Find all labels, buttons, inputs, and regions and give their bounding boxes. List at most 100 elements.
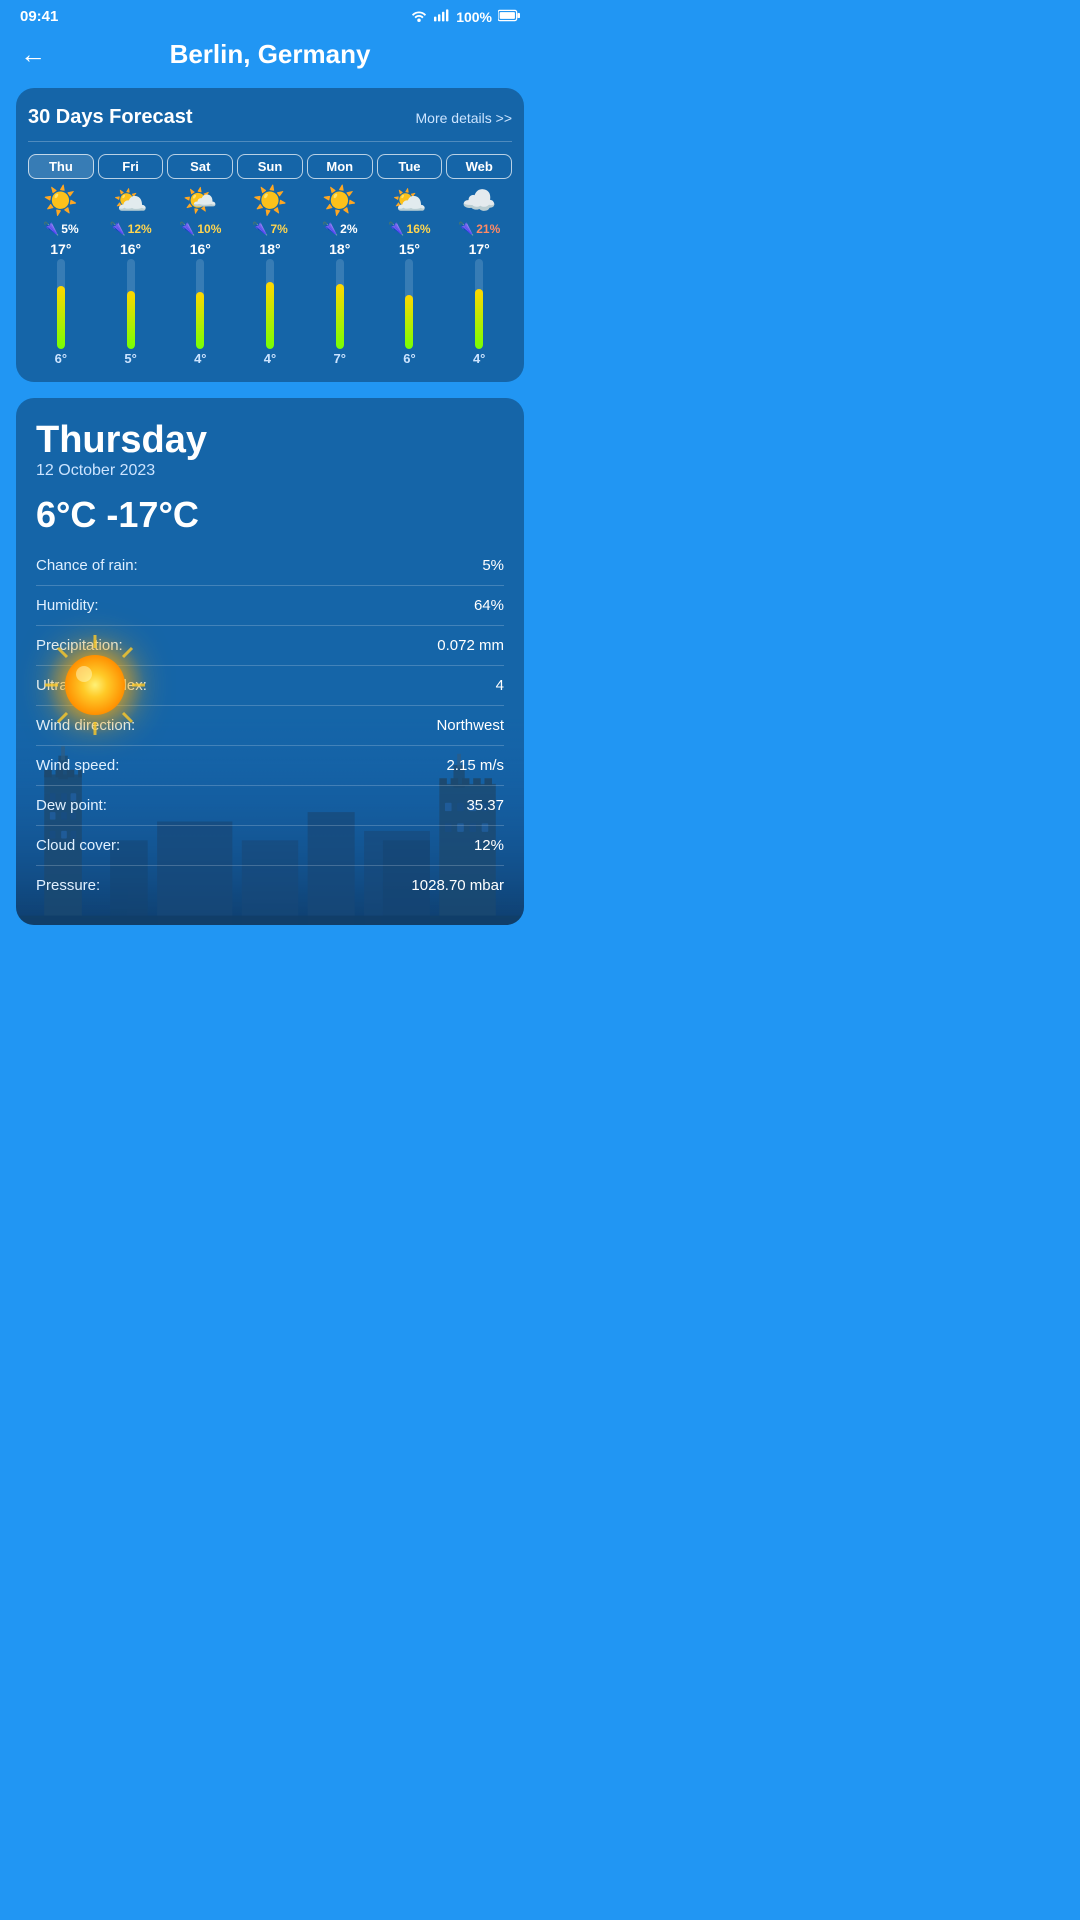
temp-bar-fill-thu <box>57 286 65 349</box>
temp-bar-fill-sun <box>266 282 274 350</box>
rain-chance-mon: 🌂2% <box>322 221 358 237</box>
rain-pct-tue: 16% <box>407 222 431 236</box>
day-label-fri: Fri <box>98 154 164 179</box>
temp-high-thu: 17° <box>50 241 71 257</box>
stat-value-8: 1028.70 mbar <box>411 877 504 894</box>
rain-drop-icon: 🌂 <box>252 221 268 237</box>
temp-bar-web <box>475 259 483 349</box>
rain-pct-sun: 7% <box>270 222 287 236</box>
day-col-sat[interactable]: Sat🌤️🌂10%16°4° <box>167 154 233 366</box>
stat-label-7: Cloud cover: <box>36 837 120 854</box>
rain-pct-web: 21% <box>476 222 500 236</box>
weather-icon-tue: ⛅ <box>392 187 427 215</box>
battery-pct: 100% <box>456 9 492 25</box>
stat-label-0: Chance of rain: <box>36 557 138 574</box>
temp-low-fri: 5° <box>124 351 136 366</box>
stat-value-0: 5% <box>482 557 504 574</box>
temp-bar-sat <box>196 259 204 349</box>
day-col-tue[interactable]: Tue ⛅ 🌂16% 15° 6° <box>377 154 443 366</box>
page-title: Berlin, Germany <box>170 39 371 70</box>
header: ← Berlin, Germany <box>0 29 540 88</box>
rain-pct-sat: 10% <box>197 222 221 236</box>
status-time: 09:41 <box>20 8 58 25</box>
temp-high-fri: 16° <box>120 241 141 257</box>
weather-icon-web: ☁️ <box>462 187 497 215</box>
temp-bar-fri <box>127 259 135 349</box>
rain-pct-fri: 12% <box>128 222 152 236</box>
temp-high-mon: 18° <box>329 241 350 257</box>
temp-low-tue: 6° <box>403 351 415 366</box>
rain-chance-web: 🌂21% <box>458 221 500 237</box>
day-col-mon[interactable]: Mon ☀️ 🌂2% 18°7° <box>307 154 373 366</box>
rain-chance-fri: 🌂12% <box>109 221 151 237</box>
temp-section-sun: 18°4° <box>237 241 303 366</box>
temp-high-web: 17° <box>469 241 490 257</box>
temp-bar-fill-fri <box>127 291 135 350</box>
rain-drop-icon: 🌂 <box>322 221 338 237</box>
temp-bar-fill-sat <box>196 292 204 349</box>
temp-high-tue: 15° <box>399 241 420 257</box>
more-details-link[interactable]: More details >> <box>416 110 513 126</box>
rain-pct-thu: 5% <box>61 222 78 236</box>
temp-bar-fill-tue <box>405 295 413 349</box>
day-label-thu: Thu <box>28 154 94 179</box>
stat-value-3: 4 <box>496 677 504 694</box>
rain-drop-icon: 🌂 <box>109 221 125 237</box>
status-bar: 09:41 100% <box>0 0 540 29</box>
rain-chance-sun: 🌂7% <box>252 221 288 237</box>
temp-bar-fill-web <box>475 289 483 349</box>
temp-section-tue: 15° 6° <box>377 241 443 366</box>
stat-row-8: Pressure:1028.70 mbar <box>36 866 504 905</box>
weather-icon-thu: ☀️ <box>43 187 78 215</box>
temp-bar-sun <box>266 259 274 349</box>
day-label-mon: Mon <box>307 154 373 179</box>
day-col-thu[interactable]: Thu ☀️ 🌂5% 17°6° <box>28 154 94 366</box>
detail-date: 12 October 2023 <box>36 462 504 480</box>
day-label-sun: Sun <box>237 154 303 179</box>
temp-bar-fill-mon <box>336 284 344 349</box>
temp-high-sat: 16° <box>190 241 211 257</box>
forecast-title: 30 Days Forecast <box>28 106 193 129</box>
back-button[interactable]: ← <box>20 39 46 70</box>
detail-day-name: Thursday <box>36 420 504 462</box>
stat-row-1: Humidity: 64% <box>36 586 504 626</box>
day-label-tue: Tue <box>377 154 443 179</box>
temp-section-sat: 16° 4° <box>167 241 233 366</box>
wifi-icon <box>410 8 428 25</box>
signal-icon <box>434 8 450 25</box>
temp-bar-mon <box>336 259 344 349</box>
weather-icon-sat: 🌤️ <box>183 187 218 215</box>
stat-value-1: 64% <box>474 597 504 614</box>
stat-value-6: 35.37 <box>466 797 504 814</box>
day-col-sun[interactable]: Sun ☀️ 🌂7% 18°4° <box>237 154 303 366</box>
detail-temps: 6°C -17°C <box>36 494 504 536</box>
stat-row-0: Chance of rain: 5% <box>36 546 504 586</box>
stat-value-4: Northwest <box>436 717 504 734</box>
rain-chance-thu: 🌂5% <box>43 221 79 237</box>
temp-bar-tue <box>405 259 413 349</box>
weather-icon-fri: ⛅ <box>113 187 148 215</box>
forecast-divider <box>28 141 512 142</box>
stat-value-5: 2.15 m/s <box>446 757 504 774</box>
stat-value-2: 0.072 mm <box>437 637 504 654</box>
temp-section-mon: 18°7° <box>307 241 373 366</box>
weather-icon-mon: ☀️ <box>322 187 357 215</box>
rain-drop-icon: 🌂 <box>388 221 404 237</box>
temp-section-fri: 16° 5° <box>98 241 164 366</box>
stat-label-1: Humidity: <box>36 597 99 614</box>
rain-drop-icon: 🌂 <box>43 221 59 237</box>
temp-low-sat: 4° <box>194 351 206 366</box>
rain-drop-icon: 🌂 <box>458 221 474 237</box>
day-col-fri[interactable]: Fri ⛅ 🌂12% 16° 5° <box>98 154 164 366</box>
day-col-web[interactable]: Web☁️🌂21%17°4° <box>446 154 512 366</box>
weather-icon-sun: ☀️ <box>253 187 288 215</box>
rain-pct-mon: 2% <box>340 222 357 236</box>
temp-section-thu: 17°6° <box>28 241 94 366</box>
rain-chance-tue: 🌂16% <box>388 221 430 237</box>
detail-card: Thursday 12 October 2023 6°C -17°C Chanc… <box>16 398 524 925</box>
rain-drop-icon: 🌂 <box>179 221 195 237</box>
temp-high-sun: 18° <box>259 241 280 257</box>
rain-chance-sat: 🌂10% <box>179 221 221 237</box>
temp-low-web: 4° <box>473 351 485 366</box>
stat-row-6: Dew point:35.37 <box>36 786 504 826</box>
